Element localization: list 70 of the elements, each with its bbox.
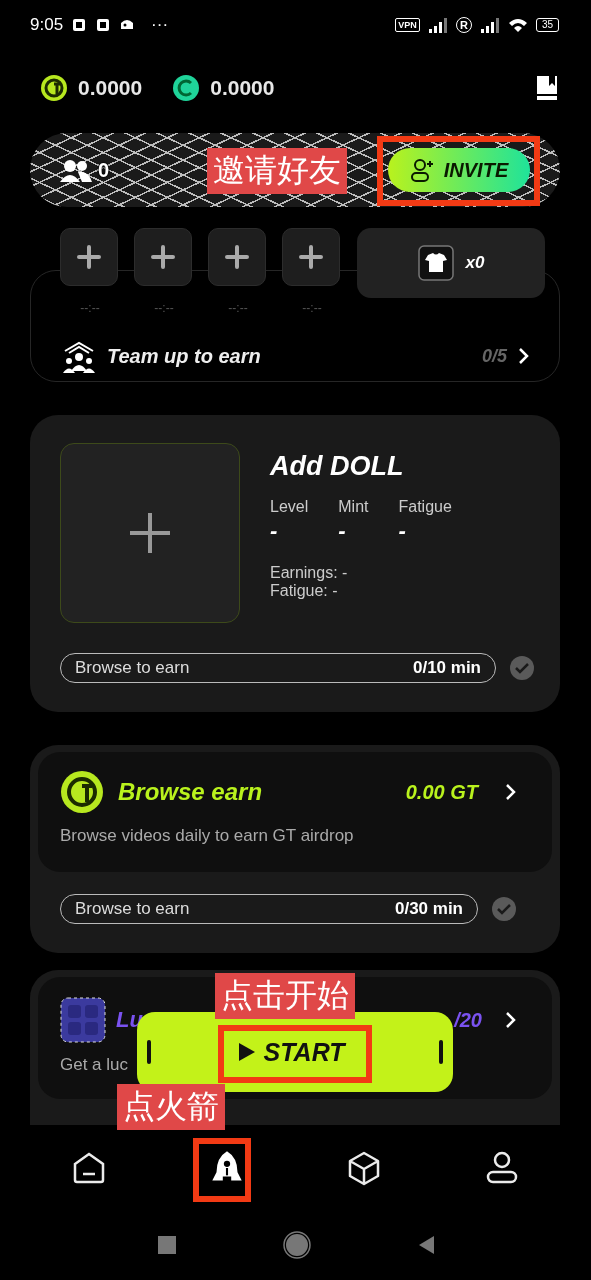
stat-label: Mint (338, 498, 369, 516)
gt-coin-icon (40, 74, 68, 102)
task-progress: 0/10 min (412, 658, 481, 678)
chevron-right-icon[interactable] (517, 347, 529, 365)
check-icon (492, 897, 516, 921)
grip-handle[interactable] (439, 1040, 443, 1064)
task-progress: 0/30 min (394, 899, 463, 919)
gt-coin-icon (60, 770, 104, 814)
chip-icon (95, 17, 112, 33)
stat-value: - (338, 518, 347, 544)
lucky-progress: /20 (454, 1008, 482, 1032)
chevron-right-icon[interactable] (504, 783, 516, 801)
slot-timer: --:-- (153, 301, 175, 315)
task-label: Browse to earn (75, 899, 190, 919)
signal-icon (427, 17, 448, 33)
shirt-count: x0 (465, 253, 485, 273)
balance-amount: 0.0000 (210, 76, 275, 100)
start-button[interactable]: START (228, 1032, 354, 1072)
annotation-label: 点击开始 (215, 973, 355, 1019)
check-icon (510, 656, 534, 680)
add-member-button[interactable] (282, 228, 340, 286)
play-icon (237, 1041, 256, 1063)
earn-amount: 0.00 GT (405, 780, 478, 804)
signal-icon (479, 17, 500, 33)
vpn-indicator: VPN (395, 18, 420, 32)
chip-icon (71, 17, 88, 33)
home-circle-icon[interactable] (282, 1231, 311, 1259)
grip-handle[interactable] (147, 1040, 151, 1064)
book-icon[interactable] (535, 74, 559, 102)
card-title: Add DOLL (270, 451, 405, 482)
fatigue-text: Fatigue: - (270, 582, 339, 600)
add-user-icon (409, 158, 434, 182)
plus-icon (77, 245, 101, 269)
team-icon (61, 339, 97, 373)
annotation-label: 点火箭 (117, 1084, 225, 1130)
coin-icon (172, 74, 201, 102)
task-label: Browse to earn (75, 658, 190, 678)
users-icon (60, 158, 92, 182)
clock-time: 9:05 (30, 15, 64, 35)
stat-value: - (270, 518, 279, 544)
slot-timer: --:-- (227, 301, 249, 315)
add-member-button[interactable] (60, 228, 118, 286)
highlight-frame (193, 1138, 251, 1202)
balance-amount: 0.0000 (78, 76, 143, 100)
battery-indicator: 35 (535, 18, 559, 32)
earnings-text: Earnings: - (270, 564, 349, 582)
shirt-icon (417, 245, 454, 281)
recents-icon[interactable] (155, 1234, 178, 1256)
plus-icon (225, 245, 249, 269)
stat-label: Fatigue (398, 498, 452, 516)
plus-icon (299, 245, 323, 269)
annotation-label: 邀请好友 (207, 148, 347, 194)
section-title: Team up to earn (107, 344, 261, 368)
plus-icon (151, 245, 175, 269)
stat-label: Level (270, 498, 309, 516)
grid-box-icon (60, 997, 106, 1043)
invite-button[interactable]: INVITE (388, 148, 530, 192)
card-description: Get a luc (60, 1055, 130, 1075)
plus-icon (128, 511, 172, 555)
chevron-right-icon[interactable] (504, 1011, 516, 1029)
add-member-button[interactable] (208, 228, 266, 286)
stat-value: - (398, 518, 407, 544)
card-description: Browse videos daily to earn GT airdrop (60, 826, 355, 846)
add-member-button[interactable] (134, 228, 192, 286)
card-title: Browse earn (118, 778, 263, 806)
slot-timer: --:-- (79, 301, 101, 315)
slot-timer: --:-- (301, 301, 323, 315)
more-dots: ··· (151, 15, 169, 35)
team-progress: 0/5 (481, 345, 507, 367)
wifi-icon (507, 17, 528, 33)
